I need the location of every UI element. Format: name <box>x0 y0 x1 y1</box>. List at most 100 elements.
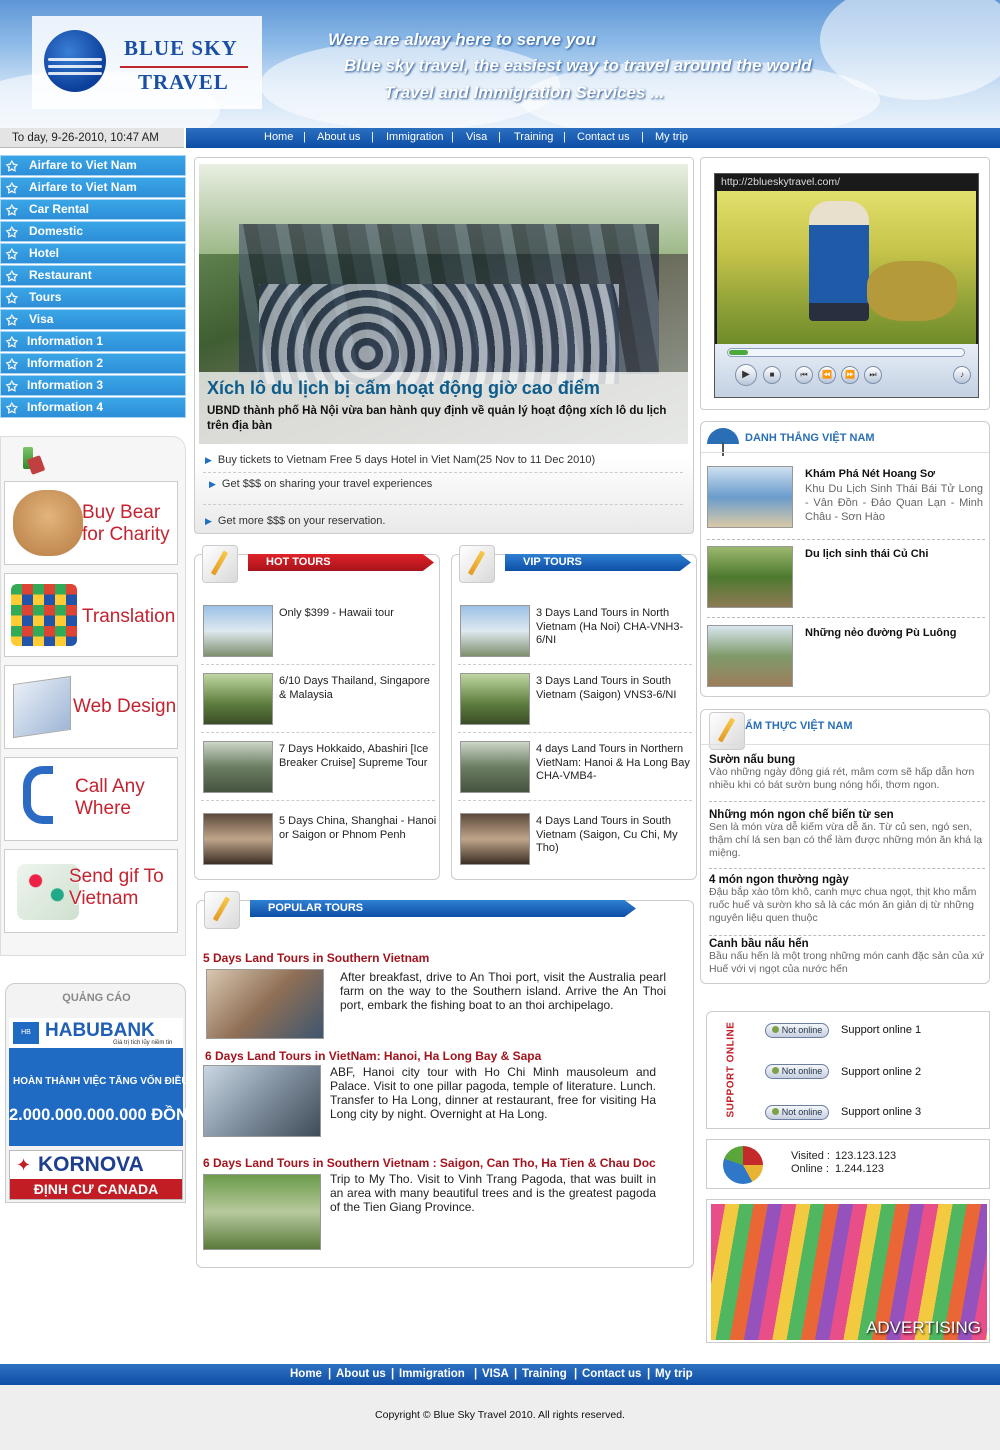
promo-send-gift[interactable]: Send gif To Vietnam <box>4 849 178 933</box>
feature-caption: Xích lô du lịch bị cấm hoạt động giờ cao… <box>199 372 688 444</box>
tour-title: 4 days Land Tours in Northern VietNam: H… <box>536 743 690 782</box>
tour-item[interactable]: 4 Days Land Tours in South Vietnam (Saig… <box>458 813 692 873</box>
web-pages-icon <box>13 675 71 739</box>
maple-leaf-icon: ✦ <box>16 1155 32 1175</box>
star-icon: ✩ <box>6 356 18 372</box>
kornova-banner[interactable]: ✦ KORNOVA ĐỊNH CƯ CANADA <box>9 1150 183 1200</box>
tour-thumbnail <box>460 673 530 725</box>
news-item[interactable]: ▶ Get $$$ on sharing your travel experien… <box>209 478 432 490</box>
feature-photo[interactable]: Xích lô du lịch bị cấm hoạt động giờ cao… <box>199 164 688 444</box>
am-thuc-item-title: Canh bầu nấu hến <box>709 938 809 950</box>
nav-training[interactable]: Training <box>514 128 553 148</box>
rewind-icon[interactable]: ⏪ <box>818 366 836 384</box>
volume-icon[interactable]: ♪ <box>953 366 971 384</box>
support-label: Support online 2 <box>841 1066 922 1078</box>
danh-thang-item[interactable]: Du lịch sinh thái Củ Chi <box>707 546 985 618</box>
tour-thumbnail <box>203 605 273 657</box>
feature-title[interactable]: Xích lô du lịch bị cấm hoạt động giờ cao… <box>207 378 600 399</box>
stop-icon[interactable]: ■ <box>763 366 781 384</box>
left-menu-item[interactable]: ✩ Information 3 <box>0 375 186 396</box>
am-thuc-item[interactable]: Sườn nấu bung Vào những ngày đông giá ré… <box>709 754 985 802</box>
arrow-right-icon: ▶ <box>209 479 216 489</box>
popular-tour-image[interactable] <box>203 1065 321 1137</box>
promo-translation[interactable]: Translation <box>4 573 178 657</box>
left-menu-item[interactable]: ✩ Tours <box>0 287 186 308</box>
support-label: Support online 3 <box>841 1106 922 1118</box>
previous-icon[interactable]: ⏮ <box>795 366 813 384</box>
nav-my-trip[interactable]: My trip <box>655 128 688 148</box>
am-thuc-item[interactable]: Canh bầu nấu hến Bầu nấu hến là một tron… <box>709 938 985 982</box>
tour-item[interactable]: 3 Days Land Tours in South Vietnam (Saig… <box>458 673 692 733</box>
am-thuc-item-desc: Sen là món vừa dễ kiếm vừa dễ ăn. Từ củ … <box>709 821 983 859</box>
nav-about-us[interactable]: About us <box>317 128 360 148</box>
promo-web-design[interactable]: Web Design <box>4 665 178 749</box>
footer-nav-visa[interactable]: VISA <box>482 1364 509 1384</box>
tour-item[interactable]: Only $399 - Hawaii tour <box>201 605 435 665</box>
promo-call[interactable]: Call Any Where <box>4 757 178 841</box>
left-menu-item[interactable]: ✩ Information 4 <box>0 397 186 418</box>
left-menu-item[interactable]: ✩ Airfare to Viet Nam <box>0 155 186 176</box>
tour-item[interactable]: 5 Days China, Shanghai - Hanoi or Saigon… <box>201 813 436 873</box>
popular-tour-title[interactable]: 6 Days Land Tours in VietNam: Hanoi, Ha … <box>205 1049 541 1063</box>
tour-title: Only $399 - Hawaii tour <box>279 607 394 619</box>
am-thuc-item-desc: Đậu bắp xào tôm khô, canh mực chua ngọt,… <box>709 886 977 924</box>
news-item[interactable]: ▶ Buy tickets to Vietnam Free 5 days Hote… <box>205 454 595 466</box>
news-item[interactable]: ▶ Get more $$$ on your reservation. <box>205 515 385 527</box>
play-icon[interactable]: ▶ <box>735 364 757 386</box>
left-menu-item[interactable]: ✩ Car Rental <box>0 199 186 220</box>
popular-tours-title: POPULAR TOURS <box>250 900 636 917</box>
advertising-box[interactable]: ADVERTISING <box>706 1199 990 1343</box>
slogan-line2: Blue sky travel, the easiest way to trav… <box>344 56 812 75</box>
promo-buy-bear[interactable]: Buy Bear for Charity <box>4 481 178 565</box>
star-icon: ✩ <box>6 312 18 328</box>
am-thuc-item[interactable]: Những món ngon chế biến từ sen Sen là mó… <box>709 809 985 869</box>
danh-thang-item-title: Những nẻo đường Pù Luông <box>805 627 957 639</box>
left-menu-item[interactable]: ✩ Visa <box>0 309 186 330</box>
tour-thumbnail <box>203 673 273 725</box>
site-header: BLUE SKY TRAVEL Were are alway here to s… <box>0 0 1000 128</box>
footer-nav-my-trip[interactable]: My trip <box>655 1364 693 1384</box>
left-menu-item[interactable]: ✩ Hotel <box>0 243 186 264</box>
popular-tour-title[interactable]: 6 Days Land Tours in Southern Vietnam : … <box>203 1156 656 1170</box>
am-thuc-item[interactable]: 4 món ngon thường ngày Đậu bắp xào tôm k… <box>709 874 985 936</box>
tour-thumbnail <box>203 813 273 865</box>
tour-item[interactable]: 7 Days Hokkaido, Abashiri [Ice Breaker C… <box>201 741 435 801</box>
danh-thang-image <box>707 466 793 528</box>
nav-visa[interactable]: Visa <box>466 128 487 148</box>
next-icon[interactable]: ⏭ <box>864 366 882 384</box>
tour-item[interactable]: 3 Days Land Tours in North Vietnam (Ha N… <box>458 605 692 665</box>
habubank-banner[interactable]: HB HABUBANK Giá trị tích lũy niềm tin HO… <box>9 1018 227 1146</box>
video-player[interactable]: http://2blueskytravel.com/ ▶ ■ ⏮ ⏪ ⏩ ⏭ ♪ <box>714 173 979 398</box>
footer-nav-about-us[interactable]: About us <box>336 1364 386 1384</box>
popular-tour-image[interactable] <box>206 969 324 1039</box>
video-seek-bar[interactable] <box>727 348 965 357</box>
visitor-stats: Visited : 123.123.123 Online : 1.244.123 <box>706 1139 990 1189</box>
left-menu-item[interactable]: ✩ Information 1 <box>0 331 186 352</box>
left-menu-item[interactable]: ✩ Airfare to Viet Nam <box>0 177 186 198</box>
fast-forward-icon[interactable]: ⏩ <box>841 366 859 384</box>
footer-nav-immigration[interactable]: Immigration <box>399 1364 465 1384</box>
popular-tour-image[interactable] <box>203 1174 321 1250</box>
nav-home[interactable]: Home <box>264 128 293 148</box>
popular-tour-title[interactable]: 5 Days Land Tours in Southern Vietnam <box>203 951 429 965</box>
danh-thang-item[interactable]: Khám Phá Nét Hoang Sơ Khu Du Lịch Sinh T… <box>707 466 985 540</box>
left-menu-item[interactable]: ✩ Information 2 <box>0 353 186 374</box>
footer-nav-home[interactable]: Home <box>290 1364 322 1384</box>
left-menu-item[interactable]: ✩ Restaurant <box>0 265 186 286</box>
nav-contact-us[interactable]: Contact us <box>577 128 630 148</box>
tour-thumbnail <box>460 741 530 793</box>
footer-nav-contact-us[interactable]: Contact us <box>582 1364 641 1384</box>
tour-item[interactable]: 4 days Land Tours in Northern VietNam: H… <box>458 741 692 801</box>
left-menu-item[interactable]: ✩ Domestic <box>0 221 186 242</box>
nav-immigration[interactable]: Immigration <box>386 128 443 148</box>
star-icon: ✩ <box>6 246 18 262</box>
video-progress-fill <box>729 350 748 355</box>
danh-thang-item[interactable]: Những nẻo đường Pù Luông <box>707 625 985 689</box>
video-frame[interactable] <box>717 191 976 344</box>
tour-title: 4 Days Land Tours in South Vietnam (Saig… <box>536 815 678 854</box>
star-icon: ✩ <box>6 378 18 394</box>
tour-item[interactable]: 6/10 Days Thailand, Singapore & Malaysia <box>201 673 435 733</box>
tour-title: 3 Days Land Tours in North Vietnam (Ha N… <box>536 607 684 646</box>
logo[interactable]: BLUE SKY TRAVEL <box>32 16 262 109</box>
footer-nav-training[interactable]: Training <box>522 1364 567 1384</box>
